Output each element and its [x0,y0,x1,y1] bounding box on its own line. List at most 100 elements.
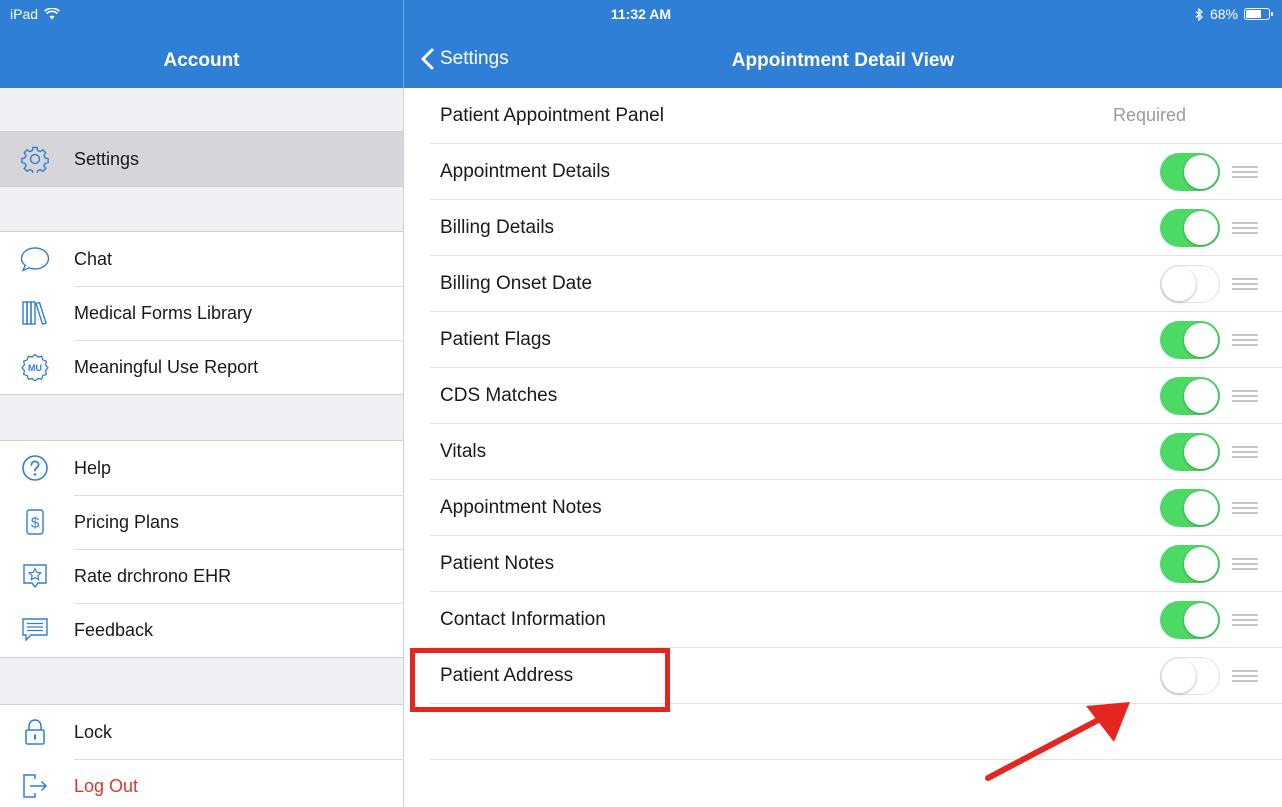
reorder-handle-icon[interactable] [1232,389,1258,402]
reorder-handle-icon[interactable] [1232,501,1258,514]
sidebar-item-rate-app[interactable]: Rate drchrono EHR [0,549,403,603]
settings-row-patient-flags: Patient Flags [430,312,1282,368]
sidebar-item-label: Settings [74,148,140,169]
settings-row-cds-matches: CDS Matches [430,368,1282,424]
sidebar-item-settings[interactable]: Settings [0,132,403,186]
sidebar-item-chat[interactable]: Chat [0,232,403,286]
sidebar-item-label: Medical Forms Library [74,286,403,340]
toggle-switch[interactable] [1160,600,1220,639]
settings-row-contact-information: Contact Information [430,592,1282,648]
toggle-knob [1184,378,1218,413]
toggle-knob [1184,322,1218,357]
wifi-icon [44,8,60,20]
settings-row-appointment-details: Appointment Details [430,144,1282,200]
settings-row-patient-notes: Patient Notes [430,536,1282,592]
detail-view: Patient Appointment Panel Required Appoint… [404,88,1282,807]
bluetooth-icon [1195,7,1203,21]
toggle-switch[interactable] [1160,320,1220,359]
toggle-knob [1184,546,1218,581]
sidebar-group-account: Lock Log Out [0,704,403,807]
reorder-handle-icon[interactable] [1232,669,1258,682]
sidebar-item-label: Chat [74,248,113,269]
reorder-handle-icon[interactable] [1232,333,1258,346]
sidebar-item-label: Help [74,457,112,478]
lock-icon [25,719,45,745]
toggle-switch[interactable] [1160,488,1220,527]
toggle-switch[interactable] [1160,376,1220,415]
row-label: Patient Address [440,664,574,686]
toggle-switch[interactable] [1160,152,1220,191]
settings-row-appointment-notes: Appointment Notes [430,480,1282,536]
status-time: 11:32 AM [610,6,672,22]
sidebar-item-lock[interactable]: Lock [0,705,403,759]
battery-percent: 68% [1209,6,1238,22]
sidebar-item-medical-forms-library[interactable]: Medical Forms Library [0,286,403,340]
toggle-switch[interactable] [1160,208,1220,247]
svg-text:MU: MU [28,363,42,373]
sidebar-group-settings: Settings [0,131,403,187]
toggle-knob [1184,490,1218,525]
sidebar-item-label: Feedback [74,603,403,657]
settings-row-patient-address: Patient Address [430,648,1282,704]
battery-icon [1244,8,1273,20]
toggle-knob [1184,602,1218,637]
reorder-handle-icon[interactable] [1232,557,1258,570]
row-label: Appointment Notes [440,496,602,518]
library-books-icon [22,301,47,325]
sidebar-item-pricing-plans[interactable]: $ Pricing Plans [0,495,403,549]
settings-row-billing-details: Billing Details [430,200,1282,256]
required-label: Required [1112,105,1186,125]
gear-icon [21,146,49,173]
chat-bubble-icon [20,247,50,272]
reorder-handle-icon[interactable] [1232,165,1258,178]
page-title: Appointment Detail View [731,50,955,71]
star-icon [23,564,47,589]
sidebar-item-label: Meaningful Use Report [74,340,403,394]
settings-row-patient-appointment-panel: Patient Appointment Panel Required [430,88,1282,144]
row-label: Patient Notes [440,552,555,574]
reorder-handle-icon[interactable] [1232,613,1258,626]
status-bar: iPad 11:32 AM 68% [0,0,1282,30]
row-label: Billing Onset Date [440,272,593,294]
back-button[interactable]: Settings [420,48,509,70]
row-label: CDS Matches [440,384,558,406]
logout-icon [23,774,48,798]
sidebar-item-help[interactable]: Help [0,441,403,495]
chevron-left-icon [421,48,434,70]
sidebar-item-label: Pricing Plans [74,495,403,549]
sidebar-item-label: Log Out [74,759,403,807]
settings-row-vitals: Vitals [430,424,1282,480]
toggle-switch[interactable] [1160,656,1220,695]
sidebar-item-meaningful-use-report[interactable]: MU Meaningful Use Report [0,340,403,394]
sidebar-group-tools: Chat Medical Forms Library MU Meaningful… [0,231,403,395]
help-icon [22,455,48,481]
toggle-knob [1184,210,1218,245]
toggle-switch[interactable] [1160,544,1220,583]
reorder-handle-icon[interactable] [1232,221,1258,234]
dollar-icon: $ [26,509,44,535]
carrier-label: iPad [10,6,39,22]
sidebar-group-support: Help $ Pricing Plans Rate drchrono EHR F… [0,440,403,658]
toggle-switch[interactable] [1160,264,1220,303]
sidebar-item-label: Lock [74,721,113,742]
feedback-icon [22,618,48,642]
svg-text:$: $ [31,515,40,532]
toggle-knob [1162,266,1196,301]
row-label: Contact Information [440,608,606,630]
sidebar-item-feedback[interactable]: Feedback [0,603,403,657]
back-label: Settings [440,48,509,69]
settings-row-billing-onset-date: Billing Onset Date [430,256,1282,312]
toggle-knob [1184,434,1218,469]
row-label: Patient Flags [440,328,551,350]
toggle-switch[interactable] [1160,432,1220,471]
row-label: Vitals [440,440,487,462]
sidebar: Settings Chat Medical Forms Library MU M… [0,88,404,807]
reorder-handle-icon[interactable] [1232,277,1258,290]
row-label: Appointment Details [440,160,611,182]
account-title: Account [163,50,240,71]
mu-badge-icon: MU [21,353,49,381]
reorder-handle-icon[interactable] [1232,445,1258,458]
sidebar-item-log-out[interactable]: Log Out [0,759,403,807]
empty-row [430,704,1282,760]
sidebar-item-label: Rate drchrono EHR [74,549,403,603]
